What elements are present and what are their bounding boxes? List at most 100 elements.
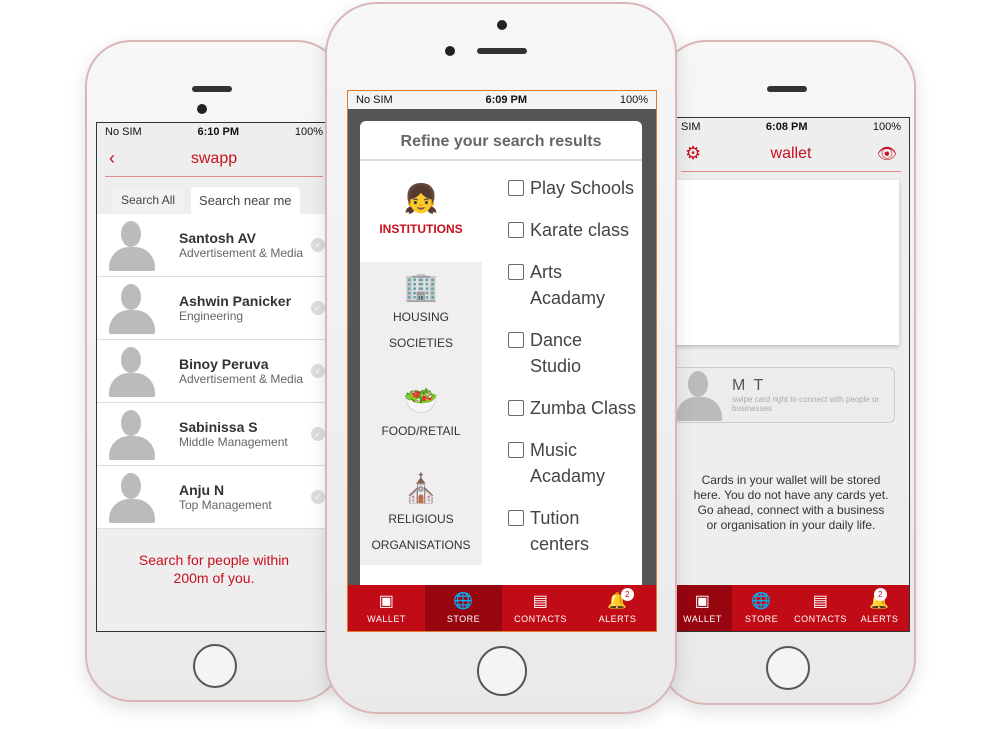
list-item[interactable]: Santosh AV Advertisement & Media ✓ bbox=[97, 214, 331, 277]
option-label: Karate class bbox=[530, 220, 630, 240]
alerts-badge: 2 bbox=[621, 588, 634, 601]
checkbox[interactable] bbox=[508, 510, 524, 526]
option-dance[interactable]: Dance Studio bbox=[508, 327, 642, 379]
checkbox[interactable] bbox=[508, 400, 524, 416]
avatar bbox=[107, 343, 157, 399]
category-label: RELIGIOUS ORGANISATIONS bbox=[371, 511, 471, 552]
front-camera bbox=[445, 46, 455, 56]
option-music[interactable]: Music Acadamy bbox=[508, 437, 642, 489]
avatar bbox=[107, 280, 157, 336]
person-role: Top Management bbox=[179, 498, 272, 512]
tab-store[interactable]: 🌐 STORE bbox=[425, 585, 502, 631]
gear-icon[interactable]: ⚙ bbox=[685, 143, 701, 164]
tab-alerts[interactable]: 🔔 2 ALERTS bbox=[850, 585, 909, 631]
tab-contacts[interactable]: ▤ CONTACTS bbox=[502, 585, 579, 631]
check-icon[interactable]: ✓ bbox=[311, 364, 325, 378]
check-icon[interactable]: ✓ bbox=[311, 238, 325, 252]
speaker bbox=[192, 86, 232, 92]
card-name: M T bbox=[732, 377, 766, 394]
person-role: Engineering bbox=[179, 309, 244, 323]
eye-icon[interactable]: 👁 bbox=[877, 144, 897, 164]
option-tution[interactable]: Tution centers bbox=[508, 505, 642, 557]
check-icon[interactable]: ✓ bbox=[311, 490, 325, 504]
tab-contacts[interactable]: ▤ CONTACTS bbox=[791, 585, 850, 631]
globe-search-icon: 🌐 bbox=[453, 592, 474, 610]
tab-wallet[interactable]: ▣ WALLET bbox=[673, 585, 732, 631]
tab-label: WALLET bbox=[367, 613, 406, 624]
people-list: Santosh AV Advertisement & Media ✓ Ashwin … bbox=[97, 214, 331, 529]
tab-alerts[interactable]: 🔔 2 ALERTS bbox=[579, 585, 656, 631]
option-play-schools[interactable]: Play Schools bbox=[508, 175, 642, 201]
carrier: No SIM bbox=[356, 94, 393, 106]
battery: 100% bbox=[872, 121, 901, 133]
option-label: Play Schools bbox=[530, 178, 635, 198]
carrier: SIM bbox=[681, 121, 701, 133]
food-bowl-icon: 🥗 bbox=[403, 384, 439, 416]
tab-store[interactable]: 🌐 STORE bbox=[732, 585, 791, 631]
tab-search-all[interactable]: Search All bbox=[113, 187, 184, 214]
status-bar: No SIM 6:09 PM 100% bbox=[348, 91, 656, 109]
left-phone: No SIM 6:10 PM 100% ‹ swapp Search All Sear… bbox=[85, 40, 343, 702]
avatar bbox=[674, 367, 724, 423]
person-name: Ashwin Panicker bbox=[179, 293, 292, 309]
checkbox[interactable] bbox=[508, 442, 524, 458]
tab-label: ALERTS bbox=[860, 613, 899, 624]
header: ‹ swapp bbox=[105, 141, 323, 177]
tab-wallet[interactable]: ▣ WALLET bbox=[348, 585, 425, 631]
wallet-screen: SIM 6:08 PM 100% ⚙ wallet 👁 M Tswipe card ri… bbox=[672, 117, 910, 632]
nearby-hint: Search for people within 200m of you. bbox=[138, 552, 290, 586]
tab-search-near-me[interactable]: Search near me bbox=[191, 187, 300, 214]
option-label: Tution centers bbox=[530, 508, 590, 554]
option-karate[interactable]: Karate class bbox=[508, 217, 642, 243]
avatar bbox=[107, 406, 157, 462]
list-item[interactable]: Ashwin Panicker Engineering ✓ bbox=[97, 277, 331, 340]
checkbox[interactable] bbox=[508, 222, 524, 238]
option-label: Zumba Class bbox=[530, 398, 637, 418]
tab-label: WALLET bbox=[683, 613, 722, 624]
tab-label: STORE bbox=[446, 613, 481, 624]
home-button bbox=[477, 646, 527, 696]
tab-label: CONTACTS bbox=[794, 613, 847, 624]
check-icon[interactable]: ✓ bbox=[311, 301, 325, 315]
tab-label: CONTACTS bbox=[514, 613, 567, 624]
list-item[interactable]: Anju N Top Management ✓ bbox=[97, 466, 331, 529]
option-label: Music Acadamy bbox=[530, 440, 606, 486]
list-item[interactable]: Binoy Peruva Advertisement & Media ✓ bbox=[97, 340, 331, 403]
option-zumba[interactable]: Zumba Class bbox=[508, 395, 642, 421]
buildings-icon: 🏢 bbox=[403, 270, 439, 302]
card-slot[interactable] bbox=[673, 180, 899, 345]
empty-wallet-message: Cards in your wallet will be stored here… bbox=[693, 473, 889, 532]
contact-card[interactable]: M Tswipe card right to connect with peop… bbox=[673, 367, 895, 423]
person-role: Advertisement & Media bbox=[179, 246, 304, 260]
person-role: Middle Management bbox=[179, 435, 288, 449]
option-label: Dance Studio bbox=[530, 330, 583, 376]
home-button bbox=[766, 646, 810, 690]
back-icon[interactable]: ‹ bbox=[109, 148, 115, 169]
option-arts[interactable]: Arts Acadamy bbox=[508, 259, 642, 311]
person-name: Anju N bbox=[179, 482, 225, 498]
list-item[interactable]: Sabinissa S Middle Management ✓ bbox=[97, 403, 331, 466]
time: 6:08 PM bbox=[765, 121, 808, 133]
tab-label: STORE bbox=[744, 613, 779, 624]
tab-label: ALERTS bbox=[598, 613, 637, 624]
center-phone: No SIM 6:09 PM 100% Refine your search res… bbox=[325, 2, 677, 714]
checkbox[interactable] bbox=[508, 332, 524, 348]
girl-icon: 👧 bbox=[403, 182, 439, 214]
category-list: 👧 INSTITUTIONS 🏢 HOUSING SOCIETIES 🥗 FOOD/R… bbox=[360, 161, 482, 573]
category-food-retail[interactable]: 🥗 FOOD/RETAIL bbox=[360, 363, 482, 464]
camera bbox=[497, 20, 507, 30]
checkbox[interactable] bbox=[508, 180, 524, 196]
contacts-icon: ▤ bbox=[812, 592, 829, 610]
category-housing[interactable]: 🏢 HOUSING SOCIETIES bbox=[360, 262, 482, 363]
carrier: No SIM bbox=[105, 126, 142, 138]
church-icon: ⛪ bbox=[403, 472, 439, 504]
modal-title: Refine your search results bbox=[360, 121, 642, 161]
category-label: FOOD/RETAIL bbox=[381, 423, 461, 438]
category-religious[interactable]: ⛪ RELIGIOUS ORGANISATIONS bbox=[360, 464, 482, 565]
check-icon[interactable]: ✓ bbox=[311, 427, 325, 441]
speaker bbox=[767, 86, 807, 92]
category-institutions[interactable]: 👧 INSTITUTIONS bbox=[360, 161, 482, 262]
checkbox[interactable] bbox=[508, 264, 524, 280]
avatar bbox=[107, 217, 157, 273]
time: 6:09 PM bbox=[485, 94, 528, 106]
